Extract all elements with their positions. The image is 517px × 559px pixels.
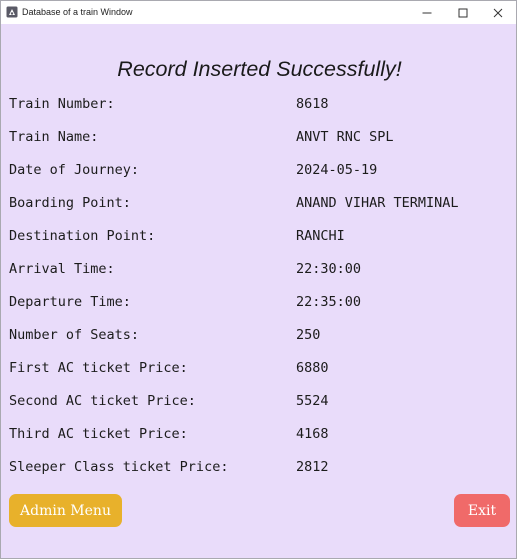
third-ac-price-label: Third AC ticket Price:: [9, 426, 188, 442]
departure-time-value: 22:35:00: [296, 294, 362, 310]
date-of-journey-value: 2024-05-19: [296, 162, 378, 178]
sleeper-class-price-label: Sleeper Class ticket Price:: [9, 459, 229, 475]
date-of-journey-label: Date of Journey:: [9, 162, 140, 178]
minimize-icon: [422, 12, 432, 13]
exit-button[interactable]: Exit: [454, 494, 510, 527]
train-name-label: Train Name:: [9, 129, 99, 145]
title-bar[interactable]: Database of a train Window: [1, 1, 516, 24]
destination-point-label: Destination Point:: [9, 228, 156, 244]
train-name-value: ANVT RNC SPL: [296, 129, 394, 145]
number-of-seats-label: Number of Seats:: [9, 327, 140, 343]
boarding-point-value: ANAND VIHAR TERMINAL: [296, 195, 459, 211]
train-number-label: Train Number:: [9, 96, 115, 112]
second-ac-price-value: 5524: [296, 393, 329, 409]
close-button[interactable]: [480, 1, 516, 24]
train-database-window: Database of a train Window Record Insert…: [0, 0, 517, 559]
maximize-button[interactable]: [445, 1, 481, 24]
java-app-icon: [6, 6, 18, 18]
minimize-button[interactable]: [409, 1, 445, 24]
boarding-point-label: Boarding Point:: [9, 195, 131, 211]
third-ac-price-value: 4168: [296, 426, 329, 442]
first-ac-price-label: First AC ticket Price:: [9, 360, 188, 376]
departure-time-label: Departure Time:: [9, 294, 131, 310]
arrival-time-value: 22:30:00: [296, 261, 362, 277]
destination-point-value: RANCHI: [296, 228, 345, 244]
success-heading: Record Inserted Successfully!: [117, 57, 402, 81]
number-of-seats-value: 250: [296, 327, 321, 343]
sleeper-class-price-value: 2812: [296, 459, 329, 475]
maximize-icon: [458, 8, 468, 17]
second-ac-price-label: Second AC ticket Price:: [9, 393, 196, 409]
train-number-value: 8618: [296, 96, 329, 112]
window-title: Database of a train Window: [22, 7, 133, 17]
first-ac-price-value: 6880: [296, 360, 329, 376]
close-icon: [493, 8, 503, 17]
admin-menu-button[interactable]: Admin Menu: [9, 494, 122, 527]
arrival-time-label: Arrival Time:: [9, 261, 115, 277]
